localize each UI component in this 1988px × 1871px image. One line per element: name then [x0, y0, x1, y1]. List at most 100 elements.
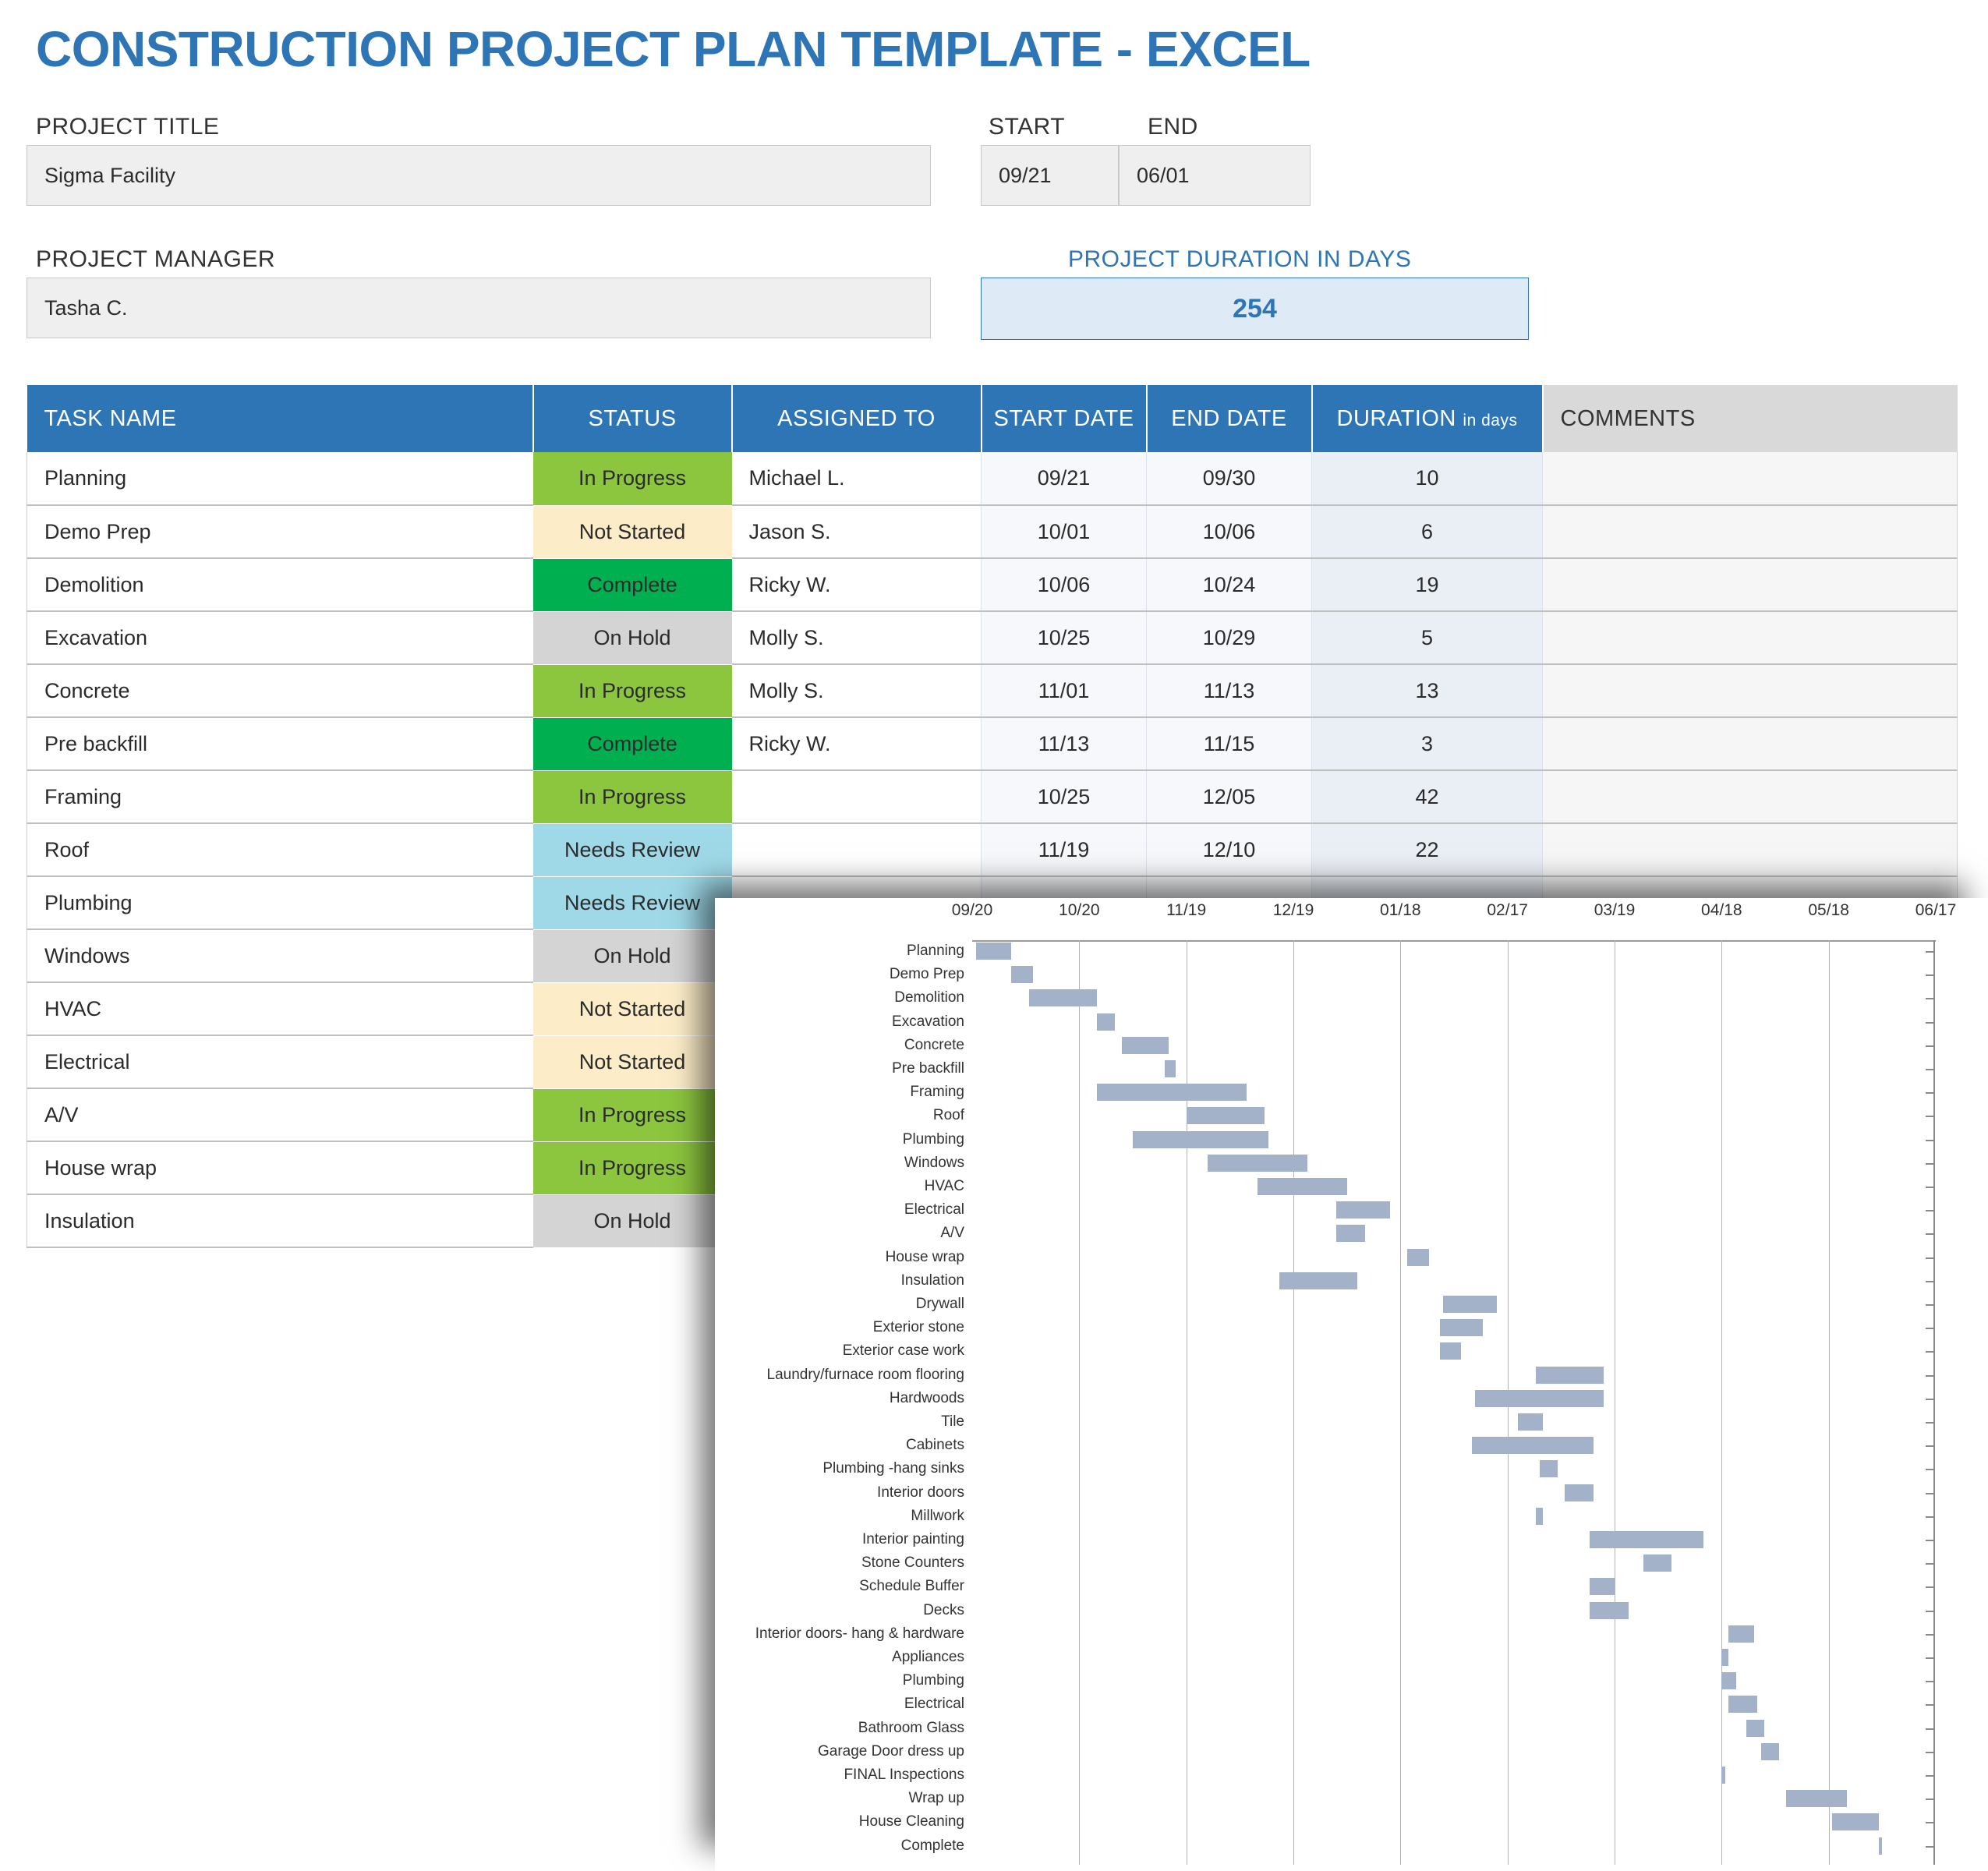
cell-comments[interactable] — [1542, 823, 1958, 877]
cell-start-date[interactable]: 10/01 — [981, 505, 1147, 559]
gantt-bar[interactable] — [1785, 1790, 1847, 1808]
cell-task-name[interactable]: HVAC — [27, 982, 533, 1036]
cell-duration[interactable]: 22 — [1311, 823, 1543, 877]
gantt-bar[interactable] — [1539, 1460, 1558, 1478]
gantt-bar[interactable] — [1589, 1578, 1615, 1596]
cell-status[interactable]: Complete — [532, 558, 732, 612]
cell-status[interactable]: In Progress — [532, 770, 732, 824]
cell-task-name[interactable]: Demo Prep — [27, 505, 533, 559]
gantt-bar[interactable] — [1832, 1813, 1879, 1831]
cell-start-date[interactable]: 11/01 — [981, 664, 1147, 718]
gantt-bar[interactable] — [1728, 1696, 1758, 1714]
table-row[interactable]: Framing In Progress 10/25 12/05 42 — [27, 770, 1958, 824]
gantt-bar[interactable] — [1721, 1672, 1736, 1690]
cell-task-name[interactable]: A/V — [27, 1088, 533, 1142]
project-title-input[interactable]: Sigma Facility — [27, 145, 931, 206]
cell-start-date[interactable]: 10/25 — [981, 611, 1147, 665]
cell-task-name[interactable]: Demolition — [27, 558, 533, 612]
gantt-bar[interactable] — [1439, 1319, 1483, 1337]
col-header-start-date[interactable]: START DATE — [981, 385, 1148, 452]
cell-task-name[interactable]: Roof — [27, 823, 533, 877]
cell-task-name[interactable]: House wrap — [27, 1141, 533, 1195]
cell-start-date[interactable]: 11/19 — [981, 823, 1147, 877]
table-row[interactable]: Concrete In Progress Molly S. 11/01 11/13 13 — [27, 664, 1958, 718]
cell-status[interactable]: Not Started — [532, 1035, 732, 1089]
gantt-bar[interactable] — [1097, 1084, 1247, 1102]
cell-start-date[interactable]: 10/25 — [981, 770, 1147, 824]
col-header-end-date[interactable]: END DATE — [1146, 385, 1313, 452]
gantt-bar[interactable] — [1475, 1389, 1604, 1407]
gantt-bar[interactable] — [1011, 966, 1033, 984]
gantt-bar[interactable] — [1335, 1201, 1390, 1219]
cell-comments[interactable] — [1542, 558, 1958, 612]
gantt-bar[interactable] — [1721, 1767, 1725, 1784]
cell-duration[interactable]: 10 — [1311, 452, 1543, 506]
cell-end-date[interactable]: 11/13 — [1146, 664, 1312, 718]
cell-end-date[interactable]: 11/15 — [1146, 717, 1312, 771]
cell-comments[interactable] — [1542, 770, 1958, 824]
cell-status[interactable]: On Hold — [532, 929, 732, 983]
cell-duration[interactable]: 19 — [1311, 558, 1543, 612]
cell-status[interactable]: Not Started — [532, 505, 732, 559]
project-manager-input[interactable]: Tasha C. — [27, 278, 931, 338]
cell-task-name[interactable]: Framing — [27, 770, 533, 824]
cell-duration[interactable]: 42 — [1311, 770, 1543, 824]
gantt-bar[interactable] — [1536, 1507, 1544, 1525]
gantt-bar[interactable] — [1721, 1649, 1729, 1666]
gantt-bar[interactable] — [1186, 1107, 1265, 1125]
col-header-status[interactable]: STATUS — [532, 385, 733, 452]
cell-end-date[interactable]: 12/05 — [1146, 770, 1312, 824]
col-header-duration[interactable]: DURATION in days — [1311, 385, 1544, 452]
col-header-comments[interactable]: COMMENTS — [1542, 385, 1958, 452]
col-header-assigned-to[interactable]: ASSIGNED TO — [731, 385, 982, 452]
cell-assigned-to[interactable] — [731, 770, 982, 824]
cell-status[interactable]: Complete — [532, 717, 732, 771]
gantt-bar[interactable] — [1589, 1531, 1704, 1548]
cell-comments[interactable] — [1542, 717, 1958, 771]
cell-end-date[interactable]: 10/24 — [1146, 558, 1312, 612]
gantt-bar[interactable] — [1443, 1296, 1497, 1313]
cell-status[interactable]: In Progress — [532, 1088, 732, 1142]
gantt-bar[interactable] — [1746, 1719, 1765, 1737]
gantt-bar[interactable] — [1439, 1342, 1462, 1360]
table-row[interactable]: Roof Needs Review 11/19 12/10 22 — [27, 823, 1958, 877]
gantt-bar[interactable] — [1407, 1248, 1429, 1266]
cell-task-name[interactable]: Excavation — [27, 611, 533, 665]
gantt-bar[interactable] — [1133, 1130, 1268, 1148]
end-date-input[interactable]: 06/01 — [1119, 145, 1311, 206]
cell-task-name[interactable]: Insulation — [27, 1194, 533, 1248]
gantt-bar[interactable] — [975, 943, 1012, 960]
cell-status[interactable]: In Progress — [532, 664, 732, 718]
gantt-bar[interactable] — [1536, 1366, 1604, 1384]
gantt-bar[interactable] — [1471, 1437, 1594, 1455]
gantt-bar[interactable] — [1643, 1554, 1672, 1572]
cell-status[interactable]: Not Started — [532, 982, 732, 1036]
cell-comments[interactable] — [1542, 664, 1958, 718]
cell-assigned-to[interactable]: Molly S. — [731, 611, 982, 665]
gantt-bar[interactable] — [1122, 1036, 1169, 1054]
cell-status[interactable]: On Hold — [532, 611, 732, 665]
table-row[interactable]: Excavation On Hold Molly S. 10/25 10/29 5 — [27, 611, 1958, 665]
gantt-bar[interactable] — [1279, 1272, 1358, 1289]
cell-duration[interactable]: 3 — [1311, 717, 1543, 771]
table-row[interactable]: Demolition Complete Ricky W. 10/06 10/24 19 — [27, 558, 1958, 612]
cell-assigned-to[interactable]: Molly S. — [731, 664, 982, 718]
cell-comments[interactable] — [1542, 452, 1958, 506]
start-date-input[interactable]: 09/21 — [981, 145, 1119, 206]
gantt-bar[interactable] — [1564, 1484, 1594, 1501]
cell-status[interactable]: In Progress — [532, 1141, 732, 1195]
table-row[interactable]: Pre backfill Complete Ricky W. 11/13 11/15 3 — [27, 717, 1958, 771]
cell-end-date[interactable]: 12/10 — [1146, 823, 1312, 877]
cell-status[interactable]: In Progress — [532, 452, 732, 506]
cell-start-date[interactable]: 10/06 — [981, 558, 1147, 612]
cell-assigned-to[interactable]: Ricky W. — [731, 717, 982, 771]
cell-duration[interactable]: 5 — [1311, 611, 1543, 665]
cell-status[interactable]: Needs Review — [532, 876, 732, 930]
cell-assigned-to[interactable]: Ricky W. — [731, 558, 982, 612]
gantt-bar[interactable] — [1208, 1154, 1308, 1172]
cell-task-name[interactable]: Plumbing — [27, 876, 533, 930]
cell-status[interactable]: On Hold — [532, 1194, 732, 1248]
cell-end-date[interactable]: 10/29 — [1146, 611, 1312, 665]
gantt-bar[interactable] — [1258, 1178, 1347, 1195]
gantt-bar[interactable] — [1589, 1601, 1629, 1619]
